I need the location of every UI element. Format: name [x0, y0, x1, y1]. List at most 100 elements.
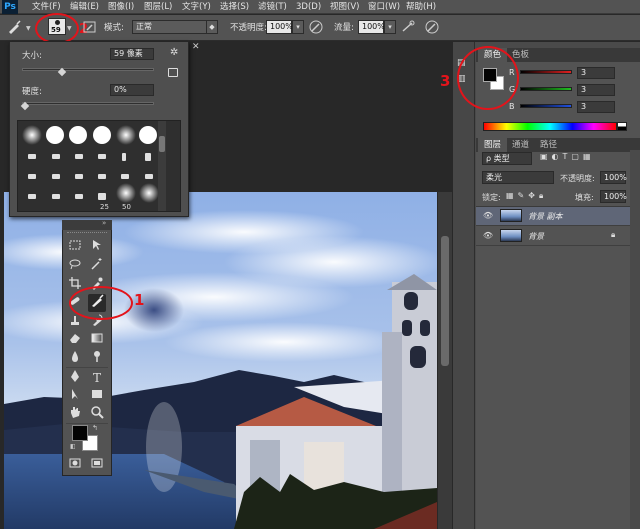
- eraser-icon[interactable]: [66, 331, 84, 349]
- brush-tip-soft-round[interactable]: [139, 183, 159, 203]
- type-icon[interactable]: T: [88, 369, 106, 387]
- flow-dropdown-icon[interactable]: ▾: [384, 20, 396, 34]
- menu-select[interactable]: 选择(S): [220, 0, 249, 14]
- mode-dropdown-icon[interactable]: ◆: [206, 20, 218, 34]
- lasso-icon[interactable]: [66, 257, 84, 275]
- menu-filter[interactable]: 滤镜(T): [258, 0, 287, 14]
- lock-icons[interactable]: ▦✎✥🔒︎: [506, 191, 566, 203]
- brush-tip-soft-round[interactable]: [22, 125, 42, 145]
- brush-tip-small[interactable]: [145, 174, 153, 179]
- brush-tip-small[interactable]: [52, 194, 60, 199]
- opacity-field[interactable]: 100%: [266, 20, 293, 34]
- dodge-icon[interactable]: [88, 349, 106, 367]
- brush-tip-small[interactable]: [98, 174, 106, 179]
- hardness-field[interactable]: 0%: [110, 84, 154, 96]
- visibility-eye-icon[interactable]: 👁︎: [482, 230, 494, 242]
- layers-scrollbar[interactable]: [630, 150, 640, 529]
- brush-tip-small[interactable]: [98, 154, 106, 159]
- quick-mask-icon[interactable]: [66, 456, 84, 474]
- layer-opacity-field[interactable]: 100%: [600, 171, 627, 184]
- gradient-icon[interactable]: [88, 331, 106, 349]
- hand-icon[interactable]: [66, 405, 84, 423]
- channel-field-g[interactable]: 3: [577, 84, 615, 96]
- brush-tip-small[interactable]: [28, 174, 36, 179]
- brush-tip-small[interactable]: [122, 153, 126, 161]
- brush-tool-preset-icon[interactable]: [6, 19, 22, 35]
- brush-tip-hard-round[interactable]: [93, 126, 111, 144]
- screen-mode-icon[interactable]: [88, 456, 106, 474]
- fill-field[interactable]: 100%: [600, 190, 627, 203]
- brush-tip-hard-round[interactable]: [139, 126, 157, 144]
- brush-tip-soft-round[interactable]: [116, 183, 136, 203]
- path-select-icon[interactable]: [66, 387, 84, 405]
- brush-tip-small[interactable]: [28, 194, 36, 199]
- brush-tip-small[interactable]: [52, 154, 60, 159]
- brush-tip-small[interactable]: [145, 153, 151, 161]
- close-icon[interactable]: ✕: [192, 42, 206, 52]
- layer-row-selected[interactable]: 👁︎ 背景 副本: [476, 207, 630, 226]
- channel-field-b[interactable]: 3: [577, 101, 615, 113]
- scrollbar-thumb[interactable]: [441, 236, 449, 366]
- channel-field-r[interactable]: 3: [577, 67, 615, 79]
- channel-slider-b[interactable]: [520, 104, 572, 108]
- pressure-size-icon[interactable]: [424, 19, 440, 35]
- brush-tip-small[interactable]: [75, 194, 83, 199]
- airbrush-icon[interactable]: [400, 19, 416, 35]
- black-white-ramp[interactable]: [617, 122, 627, 131]
- menu-window[interactable]: 窗口(W): [368, 0, 400, 14]
- brush-panel-toggle-icon[interactable]: [82, 19, 98, 35]
- brush-tip-small[interactable]: [98, 193, 106, 200]
- size-slider-track[interactable]: [22, 68, 154, 71]
- toolbox-header[interactable]: »: [62, 219, 112, 230]
- move-icon[interactable]: [88, 238, 106, 256]
- tab-channels[interactable]: 通道: [506, 138, 535, 152]
- hardness-slider-track[interactable]: [22, 102, 154, 105]
- tab-paths[interactable]: 路径: [534, 138, 563, 152]
- size-field[interactable]: 59 像素: [110, 48, 154, 60]
- brush-tip-hard-round[interactable]: [69, 126, 87, 144]
- rectangle-icon[interactable]: [88, 387, 106, 405]
- blur-icon[interactable]: [66, 349, 84, 367]
- default-colors-icon[interactable]: ◧: [70, 443, 77, 450]
- menu-layer[interactable]: 图层(L): [144, 0, 172, 14]
- layer-filter-icons[interactable]: ▣◐T▢▦: [540, 152, 630, 165]
- layer-filter-select[interactable]: ρ 类型: [482, 152, 532, 165]
- brush-tip-hard-round[interactable]: [46, 126, 64, 144]
- marquee-icon[interactable]: [66, 238, 84, 256]
- zoom-icon[interactable]: [88, 405, 106, 423]
- collapse-icon[interactable]: »: [102, 219, 106, 227]
- menu-file[interactable]: 文件(F): [32, 0, 61, 14]
- channel-slider-r[interactable]: [520, 70, 572, 74]
- pen-icon[interactable]: [66, 369, 84, 387]
- mode-select[interactable]: 正常: [132, 20, 208, 34]
- brush-tip-small[interactable]: [28, 154, 36, 159]
- layer-row[interactable]: 👁︎ 背景 🔒︎: [476, 227, 630, 246]
- menu-help[interactable]: 帮助(H): [406, 0, 436, 14]
- color-spectrum[interactable]: [483, 122, 617, 131]
- new-preset-icon[interactable]: [168, 68, 178, 77]
- menu-3d[interactable]: 3D(D): [296, 0, 321, 14]
- foreground-color-swatch[interactable]: [483, 68, 497, 82]
- channel-slider-g[interactable]: [520, 87, 572, 91]
- scrollbar-thumb[interactable]: [159, 136, 165, 152]
- brush-tip-small[interactable]: [75, 174, 83, 179]
- tab-layers[interactable]: 图层: [478, 138, 508, 152]
- visibility-eye-icon[interactable]: 👁︎: [482, 210, 494, 222]
- layer-name[interactable]: 背景: [528, 231, 544, 242]
- brush-tip-small[interactable]: [52, 174, 60, 179]
- menu-view[interactable]: 视图(V): [330, 0, 359, 14]
- menu-type[interactable]: 文字(Y): [182, 0, 211, 14]
- pressure-opacity-icon[interactable]: [308, 19, 324, 35]
- brush-tip-small[interactable]: [75, 154, 83, 159]
- flow-field[interactable]: 100%: [358, 20, 385, 34]
- menu-image[interactable]: 图像(I): [108, 0, 134, 14]
- opacity-dropdown-icon[interactable]: ▾: [292, 20, 304, 34]
- layer-name[interactable]: 背景 副本: [528, 211, 563, 222]
- tips-scrollbar[interactable]: [158, 121, 166, 211]
- brush-tip-small[interactable]: [121, 174, 129, 179]
- settings-gear-icon[interactable]: ✲: [170, 47, 182, 59]
- brush-tip-soft-round[interactable]: [116, 125, 136, 145]
- menu-edit[interactable]: 编辑(E): [70, 0, 99, 14]
- swap-colors-icon[interactable]: ↰: [92, 424, 100, 432]
- foreground-color-swatch[interactable]: [72, 425, 88, 441]
